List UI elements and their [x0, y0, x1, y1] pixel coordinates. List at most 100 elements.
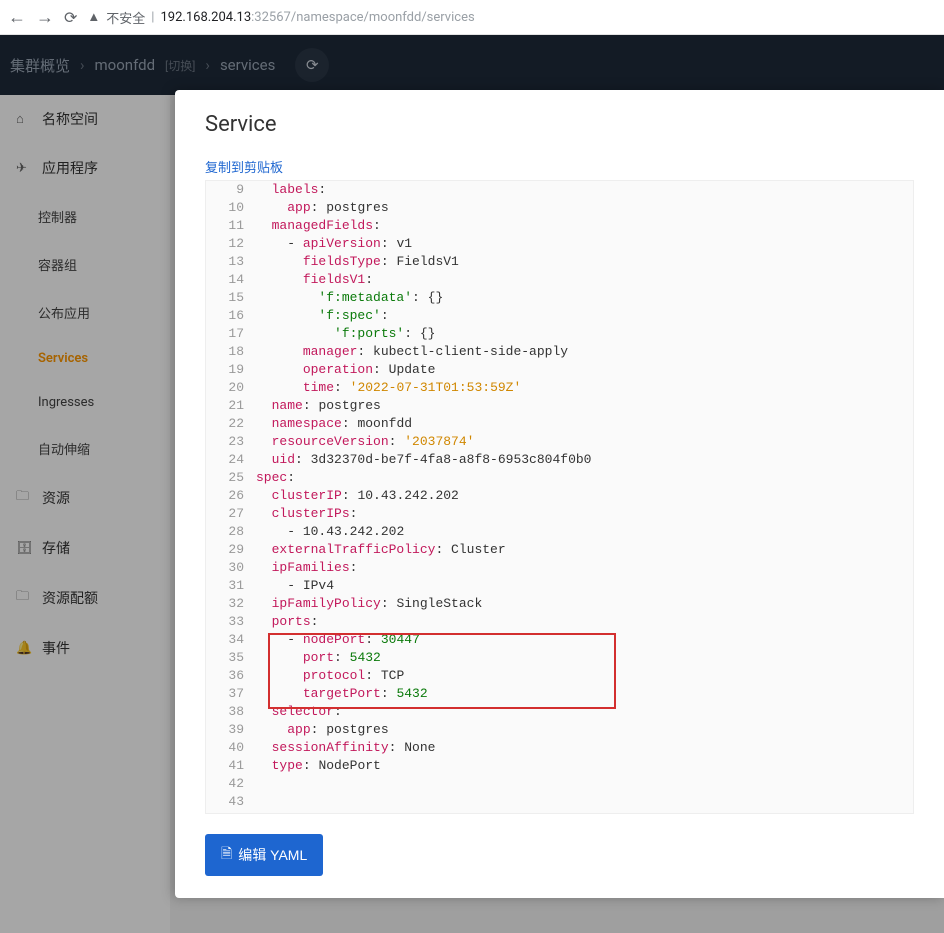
back-icon[interactable]: ←	[8, 7, 26, 28]
line-number: 29	[206, 541, 256, 559]
line-number: 24	[206, 451, 256, 469]
code-text: manager: kubectl-client-side-apply	[256, 343, 568, 361]
code-text: fieldsV1:	[256, 271, 373, 289]
line-number: 18	[206, 343, 256, 361]
line-number: 13	[206, 253, 256, 271]
code-text: clusterIPs:	[256, 505, 357, 523]
code-text: selector:	[256, 703, 342, 721]
line-number: 40	[206, 739, 256, 757]
code-text: 'f:spec':	[256, 307, 389, 325]
line-number: 11	[206, 217, 256, 235]
code-text: spec:	[256, 469, 295, 487]
line-number: 25	[206, 469, 256, 487]
code-line: 17 'f:ports': {}	[206, 325, 913, 343]
code-line: 36 protocol: TCP	[206, 667, 913, 685]
code-text: namespace: moonfdd	[256, 415, 412, 433]
code-text: ipFamilies:	[256, 559, 357, 577]
code-line: 10 app: postgres	[206, 199, 913, 217]
code-text: - nodePort: 30447	[256, 631, 420, 649]
code-line: 9 labels:	[206, 181, 913, 199]
code-line: 41 type: NodePort	[206, 757, 913, 775]
edit-yaml-button[interactable]: 🗎 编辑 YAML	[205, 834, 323, 876]
line-number: 37	[206, 685, 256, 703]
code-line: 40 sessionAffinity: None	[206, 739, 913, 757]
line-number: 30	[206, 559, 256, 577]
code-text: labels:	[256, 181, 326, 199]
line-number: 9	[206, 181, 256, 199]
line-number: 35	[206, 649, 256, 667]
code-text: time: '2022-07-31T01:53:59Z'	[256, 379, 521, 397]
code-text: ipFamilyPolicy: SingleStack	[256, 595, 482, 613]
address-bar[interactable]: ▲ 不安全 | 192.168.204.13:32567/namespace/m…	[87, 8, 936, 27]
line-number: 27	[206, 505, 256, 523]
url-port: :32567	[251, 10, 291, 25]
code-line: 23 resourceVersion: '2037874'	[206, 433, 913, 451]
code-line: 21 name: postgres	[206, 397, 913, 415]
line-number: 17	[206, 325, 256, 343]
line-number: 34	[206, 631, 256, 649]
code-text: externalTrafficPolicy: Cluster	[256, 541, 506, 559]
line-number: 16	[206, 307, 256, 325]
service-modal: Service 复制到剪贴板 9 labels:10 app: postgres…	[175, 90, 944, 898]
copy-link[interactable]: 复制到剪贴板	[205, 157, 914, 176]
code-text: app: postgres	[256, 199, 389, 217]
refresh-icon[interactable]: ⟳	[64, 8, 77, 27]
line-number: 21	[206, 397, 256, 415]
code-line: 24 uid: 3d32370d-be7f-4fa8-a8f8-6953c804…	[206, 451, 913, 469]
code-line: 42	[206, 775, 913, 793]
code-text: type: NodePort	[256, 757, 381, 775]
code-text: uid: 3d32370d-be7f-4fa8-a8f8-6953c804f0b…	[256, 451, 591, 469]
modal-footer: 🗎 编辑 YAML	[205, 834, 914, 876]
edit-yaml-label: 编辑 YAML	[238, 845, 307, 865]
code-text: 'f:metadata': {}	[256, 289, 443, 307]
code-line: 14 fieldsV1:	[206, 271, 913, 289]
code-line: 12 - apiVersion: v1	[206, 235, 913, 253]
line-number: 23	[206, 433, 256, 451]
line-number: 31	[206, 577, 256, 595]
code-line: 22 namespace: moonfdd	[206, 415, 913, 433]
code-line: 37 targetPort: 5432	[206, 685, 913, 703]
code-text: resourceVersion: '2037874'	[256, 433, 474, 451]
line-number: 36	[206, 667, 256, 685]
line-number: 38	[206, 703, 256, 721]
code-line: 35 port: 5432	[206, 649, 913, 667]
warning-icon: ▲	[87, 9, 100, 25]
code-line: 18 manager: kubectl-client-side-apply	[206, 343, 913, 361]
code-text: - 10.43.242.202	[256, 523, 404, 541]
forward-icon[interactable]: →	[36, 7, 54, 28]
code-text: 'f:ports': {}	[256, 325, 435, 343]
code-line: 30 ipFamilies:	[206, 559, 913, 577]
line-number: 43	[206, 793, 256, 811]
code-text: sessionAffinity: None	[256, 739, 435, 757]
code-text: managedFields:	[256, 217, 381, 235]
code-line: 31 - IPv4	[206, 577, 913, 595]
code-text: targetPort: 5432	[256, 685, 428, 703]
line-number: 12	[206, 235, 256, 253]
addr-separator: |	[151, 10, 154, 25]
code-text: port: 5432	[256, 649, 381, 667]
yaml-viewer[interactable]: 9 labels:10 app: postgres11 managedField…	[205, 180, 914, 814]
line-number: 26	[206, 487, 256, 505]
code-line: 27 clusterIPs:	[206, 505, 913, 523]
line-number: 10	[206, 199, 256, 217]
insecure-label: 不安全	[106, 8, 145, 27]
code-line: 29 externalTrafficPolicy: Cluster	[206, 541, 913, 559]
line-number: 33	[206, 613, 256, 631]
code-line: 33 ports:	[206, 613, 913, 631]
url-host: 192.168.204.13	[160, 10, 251, 25]
line-number: 15	[206, 289, 256, 307]
code-line: 19 operation: Update	[206, 361, 913, 379]
line-number: 20	[206, 379, 256, 397]
code-text: name: postgres	[256, 397, 381, 415]
line-number: 41	[206, 757, 256, 775]
line-number: 42	[206, 775, 256, 793]
line-number: 32	[206, 595, 256, 613]
code-line: 11 managedFields:	[206, 217, 913, 235]
code-line: 39 app: postgres	[206, 721, 913, 739]
line-number: 14	[206, 271, 256, 289]
code-text: protocol: TCP	[256, 667, 404, 685]
code-text: fieldsType: FieldsV1	[256, 253, 459, 271]
line-number: 28	[206, 523, 256, 541]
code-line: 38 selector:	[206, 703, 913, 721]
main-area: 集群概览 › moonfdd [切换] › services ⟳ ⌂名称空间✈应…	[0, 35, 944, 933]
